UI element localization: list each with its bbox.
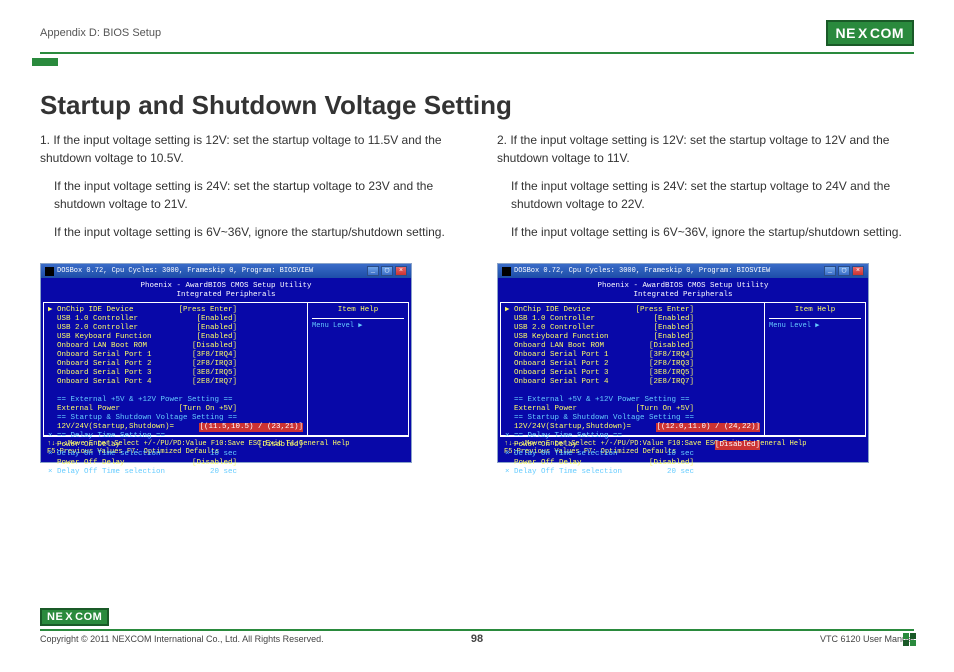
bios-item[interactable]: Onboard Serial Port 1 [3F8/IRQ4] xyxy=(48,351,303,360)
logo-right: COM xyxy=(75,611,102,623)
bios-help-panel: Item Help Menu Level ▶ xyxy=(765,303,865,435)
bios-item[interactable]: ▶ OnChip IDE Device [Press Enter] xyxy=(505,306,760,315)
bios-item[interactable]: Onboard Serial Port 4 [2E8/IRQ7] xyxy=(48,378,303,387)
bios-item[interactable]: Onboard Serial Port 3 [3E8/IRQ5] xyxy=(505,369,760,378)
logo-x-icon: X xyxy=(65,611,73,623)
section-heading: == External +5V & +12V Power Setting == xyxy=(48,396,303,405)
close-icon[interactable]: × xyxy=(852,266,864,276)
blank xyxy=(505,387,760,396)
bios-item[interactable]: Onboard LAN Boot ROM [Disabled] xyxy=(505,342,760,351)
copyright: Copyright © 2011 NEXCOM International Co… xyxy=(40,634,324,644)
logo-left: NE xyxy=(836,25,856,41)
bios-screenshot-left: DOSBox 0.72, Cpu Cycles: 3000, Frameskip… xyxy=(40,263,412,463)
section-heading: == External +5V & +12V Power Setting == xyxy=(505,396,760,405)
dosbox-titlebar: DOSBox 0.72, Cpu Cycles: 3000, Frameskip… xyxy=(498,264,868,278)
bios-item[interactable]: Power On Delay [Disabled] xyxy=(48,441,303,450)
bios-item[interactable]: External Power [Turn On +5V] xyxy=(48,405,303,414)
menu-level: Menu Level ▶ xyxy=(769,322,861,330)
logo-left: NE xyxy=(47,611,63,623)
left-p2: If the input voltage setting is 24V: set… xyxy=(40,177,457,213)
titlebar-text: DOSBox 0.72, Cpu Cycles: 3000, Frameskip… xyxy=(57,267,313,275)
help-title: Item Help xyxy=(312,306,404,319)
bios-item[interactable]: Onboard Serial Port 4 [2E8/IRQ7] xyxy=(505,378,760,387)
header-divider xyxy=(40,52,914,54)
bios-item[interactable]: Onboard Serial Port 1 [3F8/IRQ4] xyxy=(505,351,760,360)
right-p3: If the input voltage setting is 6V~36V, … xyxy=(497,223,914,241)
close-icon[interactable]: × xyxy=(395,266,407,276)
footer-divider xyxy=(40,629,914,631)
bios-title-2: Integrated Peripherals xyxy=(500,291,866,300)
corner-squares-icon xyxy=(903,633,916,646)
right-p1: 2. If the input voltage setting is 12V: … xyxy=(497,131,914,167)
titlebar-text: DOSBox 0.72, Cpu Cycles: 3000, Frameskip… xyxy=(514,267,770,275)
bios-item[interactable]: USB Keyboard Function [Enabled] xyxy=(505,333,760,342)
dosbox-titlebar: DOSBox 0.72, Cpu Cycles: 3000, Frameskip… xyxy=(41,264,411,278)
left-p1: 1. If the input voltage setting is 12V: … xyxy=(40,131,457,167)
bios-item[interactable]: Power Off Delay [Disabled] xyxy=(505,459,760,468)
column-right: 2. If the input voltage setting is 12V: … xyxy=(497,131,914,463)
accent-tab xyxy=(32,58,58,66)
bios-menu: ▶ OnChip IDE Device [Press Enter] USB 1.… xyxy=(501,303,765,435)
bios-item[interactable]: Power Off Delay [Disabled] xyxy=(48,459,303,468)
bios-menu: ▶ OnChip IDE Device [Press Enter] USB 1.… xyxy=(44,303,308,435)
right-p2: If the input voltage setting is 24V: set… xyxy=(497,177,914,213)
section-heading: == Startup & Shutdown Voltage Setting == xyxy=(48,414,303,423)
menu-level: Menu Level ▶ xyxy=(312,322,404,330)
bios-item[interactable]: USB 2.0 Controller [Enabled] xyxy=(505,324,760,333)
bios-item[interactable]: Onboard LAN Boot ROM [Disabled] xyxy=(48,342,303,351)
minimize-icon[interactable]: _ xyxy=(824,266,836,276)
column-left: 1. If the input voltage setting is 12V: … xyxy=(40,131,457,463)
bios-title-1: Phoenix - AwardBIOS CMOS Setup Utility xyxy=(43,282,409,291)
maximize-icon[interactable]: ▢ xyxy=(381,266,393,276)
bios-item-highlighted[interactable]: 12V/24V(Startup,Shutdown)=[(11.5,10.5) /… xyxy=(48,423,303,432)
left-p3: If the input voltage setting is 6V~36V, … xyxy=(40,223,457,241)
bios-item[interactable]: USB Keyboard Function [Enabled] xyxy=(48,333,303,342)
bios-item-highlighted[interactable]: 12V/24V(Startup,Shutdown)=[(12.0,11.0) /… xyxy=(505,423,760,432)
bios-help-panel: Item Help Menu Level ▶ xyxy=(308,303,408,435)
page-title: Startup and Shutdown Voltage Setting xyxy=(40,90,914,121)
bios-item[interactable]: USB 2.0 Controller [Enabled] xyxy=(48,324,303,333)
bios-item[interactable]: Onboard Serial Port 2 [2F8/IRQ3] xyxy=(48,360,303,369)
bios-item[interactable]: USB 1.0 Controller [Enabled] xyxy=(48,315,303,324)
blank xyxy=(48,387,303,396)
bios-item-disabled: × Delay Off Time selection 20 sec xyxy=(505,468,760,477)
bios-item[interactable]: ▶ OnChip IDE Device [Press Enter] xyxy=(48,306,303,315)
section-heading: × == Delay Time Setting == xyxy=(505,432,760,441)
maximize-icon[interactable]: ▢ xyxy=(838,266,850,276)
window-icon xyxy=(45,267,54,276)
section-heading: == Startup & Shutdown Voltage Setting == xyxy=(505,414,760,423)
logo-right: COM xyxy=(870,25,904,41)
brand-logo: NE X COM xyxy=(826,20,914,46)
bios-item[interactable]: External Power [Turn On +5V] xyxy=(505,405,760,414)
minimize-icon[interactable]: _ xyxy=(367,266,379,276)
footer-logo: NE X COM xyxy=(40,608,109,626)
bios-item[interactable]: Onboard Serial Port 2 [2F8/IRQ3] xyxy=(505,360,760,369)
window-icon xyxy=(502,267,511,276)
bios-item-disabled: × Delay On Time selection 10 sec xyxy=(505,450,760,459)
bios-screenshot-right: DOSBox 0.72, Cpu Cycles: 3000, Frameskip… xyxy=(497,263,869,463)
page-number: 98 xyxy=(471,633,483,645)
bios-item-disabled: × Delay On Time selection 10 sec xyxy=(48,450,303,459)
manual-name: VTC 6120 User Manual xyxy=(820,634,914,644)
help-title: Item Help xyxy=(769,306,861,319)
bios-item[interactable]: Onboard Serial Port 3 [3E8/IRQ5] xyxy=(48,369,303,378)
logo-x-icon: X xyxy=(858,25,868,41)
bios-title-1: Phoenix - AwardBIOS CMOS Setup Utility xyxy=(500,282,866,291)
bios-item-disabled: × Delay Off Time selection 20 sec xyxy=(48,468,303,477)
section-heading: × == Delay Time Setting == xyxy=(48,432,303,441)
bios-item[interactable]: USB 1.0 Controller [Enabled] xyxy=(505,315,760,324)
bios-title-2: Integrated Peripherals xyxy=(43,291,409,300)
bios-item[interactable]: Power On Delay [Disabled] xyxy=(505,441,760,450)
header-section: Appendix D: BIOS Setup xyxy=(40,27,161,39)
